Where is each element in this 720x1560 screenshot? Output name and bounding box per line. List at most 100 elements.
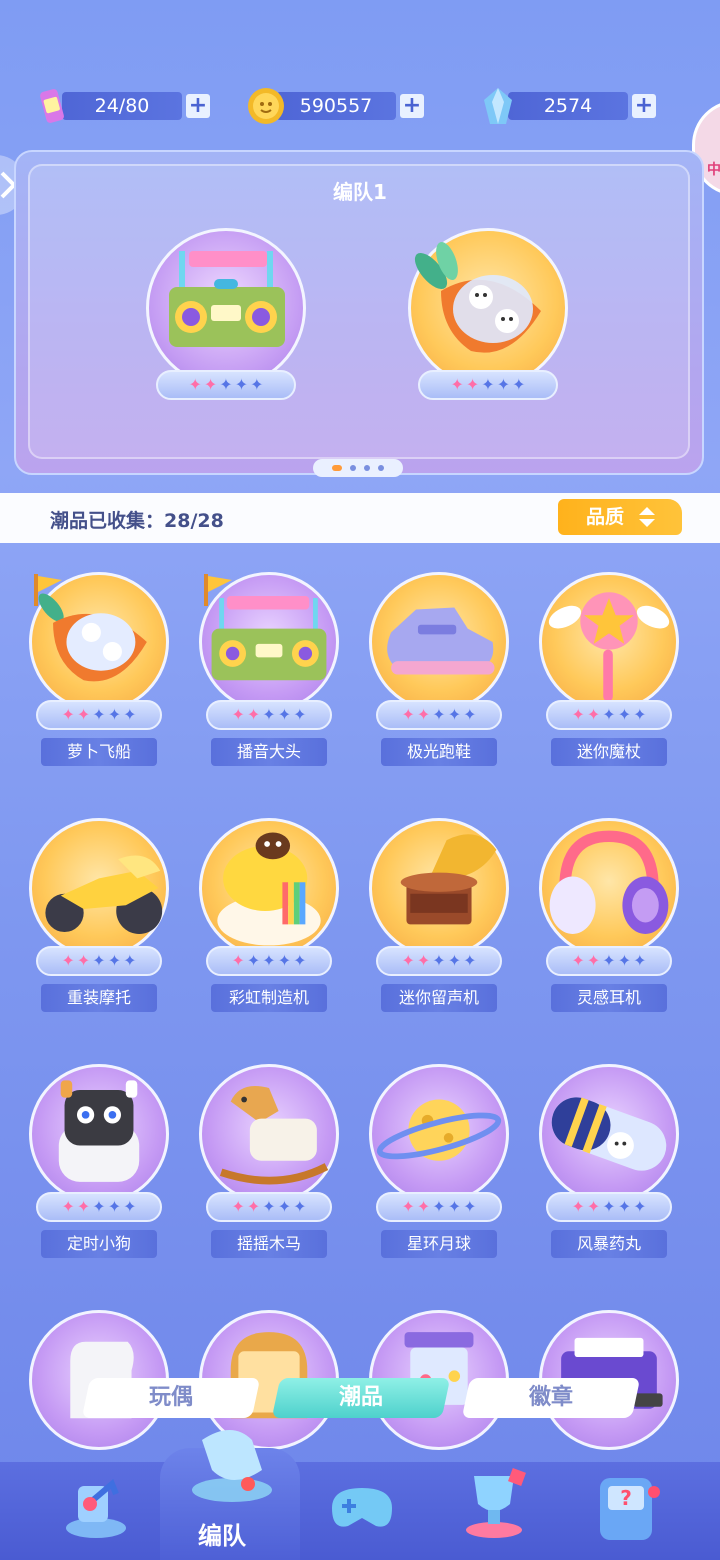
item-name: 萝卜飞船 — [41, 738, 157, 766]
item-card[interactable]: ✦ ✦ ✦ ✦ ✦ 彩虹制造机 — [184, 818, 354, 1018]
item-stars: ✦ ✦ ✦ ✦ ✦ — [206, 946, 332, 976]
item-stars: ✦ ✦ ✦ ✦ ✦ — [546, 700, 672, 730]
item-portrait — [539, 572, 679, 712]
item-card[interactable]: ✦ ✦ ✦ ✦ ✦ 摇摇木马 — [184, 1064, 354, 1264]
page-dot[interactable] — [364, 465, 370, 471]
star-empty-icon: ✦ — [293, 1197, 307, 1216]
quality-sort-label: 品质 — [586, 506, 625, 528]
star-empty-icon: ✦ — [463, 1197, 477, 1216]
scroll-arrow-icon[interactable] — [56, 1466, 136, 1546]
mystery-box-icon[interactable]: ? — [588, 1468, 668, 1548]
star-empty-icon: ✦ — [277, 705, 292, 724]
trophy-icon[interactable] — [454, 1464, 534, 1544]
item-card[interactable]: ✦ ✦ ✦ ✦ ✦ 灵感耳机 — [524, 818, 694, 1018]
star-filled-icon: ✦ — [416, 1197, 431, 1216]
item-name: 播音大头 — [211, 738, 327, 766]
star-filled-icon: ✦ — [465, 375, 480, 394]
item-card[interactable]: ✦ ✦ ✦ ✦ ✦ 播音大头 — [184, 572, 354, 772]
star-empty-icon: ✦ — [633, 951, 647, 970]
item-card[interactable]: ✦ ✦ ✦ ✦ ✦ 迷你留声机 — [354, 818, 524, 1018]
energy-counter: 24/80 + — [32, 86, 222, 126]
page-dot[interactable] — [378, 465, 384, 471]
team-slot-1-stars: ✦ ✦ ✦ ✦ ✦ — [156, 370, 296, 400]
team-slot-2-stars: ✦ ✦ ✦ ✦ ✦ — [418, 370, 558, 400]
star-empty-icon: ✦ — [602, 951, 616, 970]
item-card[interactable]: ✦ ✦ ✦ ✦ ✦ 迷你魔杖 — [524, 572, 694, 772]
coin-add-button[interactable]: + — [400, 94, 424, 118]
quality-sort-button[interactable]: 品质 — [558, 499, 682, 535]
star-empty-icon: ✦ — [293, 951, 307, 970]
gold-coin-icon — [248, 88, 284, 124]
team-page-indicator — [313, 459, 403, 477]
star-empty-icon: ✦ — [617, 1197, 632, 1216]
team-slot-2[interactable] — [408, 228, 568, 388]
star-empty-icon: ✦ — [617, 951, 632, 970]
star-empty-icon: ✦ — [107, 951, 122, 970]
star-empty-icon: ✦ — [432, 951, 446, 970]
star-empty-icon: ✦ — [123, 1197, 137, 1216]
item-card[interactable]: ✦ ✦ ✦ ✦ ✦ 定时小狗 — [14, 1064, 184, 1264]
star-filled-icon: ✦ — [246, 1197, 261, 1216]
star-filled-icon: ✦ — [571, 705, 585, 724]
star-empty-icon: ✦ — [496, 375, 511, 394]
gamepad-icon[interactable] — [322, 1468, 402, 1548]
coin-counter: 590557 + — [246, 86, 436, 126]
star-empty-icon: ✦ — [107, 1197, 122, 1216]
star-filled-icon: ✦ — [586, 951, 601, 970]
energy-add-button[interactable]: + — [186, 94, 210, 118]
star-empty-icon: ✦ — [92, 1197, 106, 1216]
star-empty-icon: ✦ — [602, 1197, 616, 1216]
item-portrait — [369, 1064, 509, 1204]
category-tabs: 玩偶 潮品 徽章 — [0, 1378, 720, 1460]
crystal-add-button[interactable]: + — [632, 94, 656, 118]
item-portrait — [29, 1064, 169, 1204]
star-empty-icon: ✦ — [463, 705, 477, 724]
star-empty-icon: ✦ — [123, 705, 137, 724]
page-dot-active[interactable] — [332, 465, 342, 471]
item-portrait — [369, 572, 509, 712]
tab-dolls[interactable]: 玩偶 — [81, 1378, 261, 1418]
star-filled-icon: ✦ — [231, 705, 245, 724]
energy-value: 24/80 — [62, 92, 182, 120]
item-stars: ✦ ✦ ✦ ✦ ✦ — [36, 1192, 162, 1222]
item-card[interactable]: ✦ ✦ ✦ ✦ ✦ 萝卜飞船 — [14, 572, 184, 772]
item-card[interactable]: ✦ ✦ ✦ ✦ ✦ 风暴药丸 — [524, 1064, 694, 1264]
team-slot-1[interactable] — [146, 228, 306, 388]
star-filled-icon: ✦ — [203, 375, 218, 394]
item-card[interactable]: ✦ ✦ ✦ ✦ ✦ 星环月球 — [354, 1064, 524, 1264]
tab-trendy-items-label: 潮品 — [338, 1385, 383, 1410]
blue-crystal-icon — [484, 88, 512, 124]
star-filled-icon: ✦ — [416, 951, 431, 970]
star-filled-icon: ✦ — [586, 705, 601, 724]
star-empty-icon: ✦ — [262, 951, 276, 970]
item-card[interactable]: ✦ ✦ ✦ ✦ ✦ 重装摩托 — [14, 818, 184, 1018]
star-empty-icon: ✦ — [447, 1197, 462, 1216]
tab-badges[interactable]: 徽章 — [461, 1378, 641, 1418]
star-empty-icon: ✦ — [447, 951, 462, 970]
star-filled-icon: ✦ — [450, 375, 464, 394]
star-empty-icon: ✦ — [512, 375, 526, 394]
star-empty-icon: ✦ — [277, 1197, 292, 1216]
star-filled-icon: ✦ — [188, 375, 202, 394]
star-empty-icon: ✦ — [447, 705, 462, 724]
collection-status: 潮品已收集：28/28 — [50, 506, 224, 533]
star-empty-icon: ✦ — [262, 705, 276, 724]
star-empty-icon: ✦ — [107, 705, 122, 724]
tab-trendy-items[interactable]: 潮品 — [271, 1378, 451, 1418]
item-name: 迷你留声机 — [381, 984, 497, 1012]
boombox-icon — [169, 251, 285, 347]
item-card[interactable]: ✦ ✦ ✦ ✦ ✦ 极光跑鞋 — [354, 572, 524, 772]
svg-text:?: ? — [620, 1486, 632, 1510]
item-name: 风暴药丸 — [551, 1230, 667, 1258]
team-title: 编队1 — [333, 180, 387, 204]
whistle-icon[interactable] — [182, 1420, 282, 1510]
team-flag-icon — [34, 574, 62, 606]
storm-pill-icon — [551, 1097, 667, 1171]
star-empty-icon: ✦ — [262, 1197, 276, 1216]
team-panel-inner — [28, 164, 690, 459]
star-filled-icon: ✦ — [76, 705, 91, 724]
carrot-rocket-icon — [414, 241, 541, 353]
page-dot[interactable] — [350, 465, 356, 471]
star-filled-icon: ✦ — [571, 1197, 585, 1216]
item-portrait — [539, 1064, 679, 1204]
